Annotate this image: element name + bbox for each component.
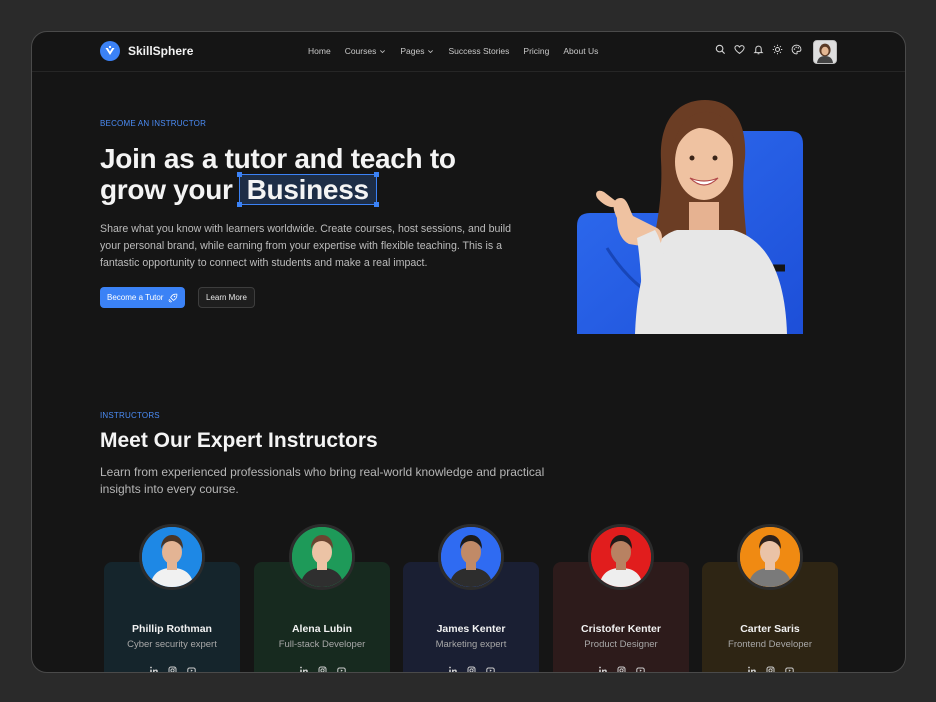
instagram-icon[interactable] — [467, 666, 476, 672]
instructor-role: Frontend Developer — [728, 639, 812, 650]
instructor-photo — [588, 524, 654, 590]
resize-handle[interactable] — [373, 202, 379, 207]
instagram-icon[interactable] — [168, 666, 177, 672]
social-links — [403, 666, 539, 672]
resize-handle[interactable] — [236, 202, 242, 207]
instructors-eyebrow: INSTRUCTORS — [100, 411, 160, 420]
instructors-description: Learn from experienced professionals who… — [100, 465, 545, 496]
hero-eyebrow: BECOME AN INSTRUCTOR — [100, 119, 207, 128]
become-tutor-label: Become a Tutor — [107, 293, 164, 302]
youtube-icon[interactable] — [635, 666, 645, 672]
nav-success-stories-label: Success Stories — [448, 46, 510, 56]
youtube-icon[interactable] — [485, 666, 495, 672]
linkedin-icon[interactable] — [299, 666, 308, 672]
palette-icon[interactable] — [791, 44, 802, 55]
nav-pricing-label: Pricing — [523, 46, 550, 56]
hero-title: Join as a tutor and teach to grow your B… — [100, 143, 456, 207]
resize-handle[interactable] — [373, 172, 379, 177]
nav-pages-label: Pages — [400, 46, 425, 56]
instructors-title: Meet Our Expert Instructors — [100, 429, 378, 452]
sun-icon[interactable] — [772, 44, 783, 55]
search-icon[interactable] — [715, 44, 726, 55]
nav-pricing[interactable]: Pricing — [523, 46, 549, 56]
social-links — [553, 666, 689, 672]
youtube-icon[interactable] — [784, 666, 794, 672]
instagram-icon[interactable] — [617, 666, 626, 672]
youtube-icon[interactable] — [186, 666, 196, 672]
header-tools — [715, 44, 802, 55]
instructor-name: Cristofer Kenter — [581, 623, 661, 635]
browser-frame: SkillSphere Home Courses Pages Success S… — [31, 31, 906, 673]
instructor-photo — [737, 524, 803, 590]
learn-more-label: Learn More — [206, 293, 247, 302]
become-tutor-button[interactable]: Become a Tutor — [100, 287, 186, 308]
instructor-role: Marketing expert — [435, 639, 507, 650]
learn-more-button[interactable]: Learn More — [198, 287, 255, 308]
instructor-photo — [139, 524, 205, 590]
top-navbar: SkillSphere Home Courses Pages Success S… — [32, 32, 905, 72]
nav-about-us-label: About Us — [563, 46, 599, 56]
youtube-icon[interactable] — [336, 666, 346, 672]
highlight-selection[interactable]: Business — [236, 172, 379, 207]
chevron-down-icon — [428, 49, 434, 53]
heart-icon[interactable] — [734, 44, 745, 55]
social-links — [254, 666, 390, 672]
user-avatar[interactable] — [813, 40, 837, 64]
instructor-name: Carter Saris — [740, 623, 800, 635]
instructor-photo — [289, 524, 355, 590]
nav-home[interactable]: Home — [308, 46, 331, 56]
rocket-icon — [168, 293, 178, 303]
bell-icon[interactable] — [753, 44, 764, 55]
instructor-role: Full-stack Developer — [278, 639, 366, 650]
hero-title-line1: Join as a tutor and teach to — [100, 143, 456, 174]
nav-about-us[interactable]: About Us — [563, 46, 598, 56]
main-nav: Home Courses Pages Success Stories Prici… — [308, 46, 598, 56]
nav-courses-label: Courses — [344, 46, 377, 56]
instructor-name: Alena Lubin — [291, 623, 353, 635]
resize-handle[interactable] — [236, 172, 242, 177]
instructor-name: James Kenter — [436, 623, 506, 635]
instructor-role: Product Designer — [584, 639, 658, 650]
instagram-icon[interactable] — [766, 666, 775, 672]
hero-title-line2: grow your — [100, 174, 233, 205]
hero-illustration — [577, 100, 803, 334]
nav-pages[interactable]: Pages — [400, 46, 434, 56]
chevron-down-icon — [380, 49, 386, 53]
instagram-icon[interactable] — [318, 666, 327, 672]
brand-name: SkillSphere — [128, 44, 194, 58]
nav-courses[interactable]: Courses — [345, 46, 387, 56]
linkedin-icon[interactable] — [149, 666, 158, 672]
instructor-name: Phillip Rothman — [132, 623, 212, 635]
hero-title-highlight: Business — [246, 174, 369, 205]
linkedin-icon[interactable] — [747, 666, 756, 672]
hero-description: Share what you know with learners worldw… — [100, 223, 512, 269]
instructor-role: Cyber security expert — [127, 639, 217, 650]
nav-success-stories[interactable]: Success Stories — [448, 46, 509, 56]
nav-home-label: Home — [308, 46, 331, 56]
logo-icon — [100, 41, 120, 61]
instructor-photo — [438, 524, 504, 590]
social-links — [104, 666, 240, 672]
linkedin-icon[interactable] — [448, 666, 457, 672]
social-links — [702, 666, 838, 672]
brand-logo[interactable]: SkillSphere — [100, 41, 193, 61]
linkedin-icon[interactable] — [598, 666, 607, 672]
